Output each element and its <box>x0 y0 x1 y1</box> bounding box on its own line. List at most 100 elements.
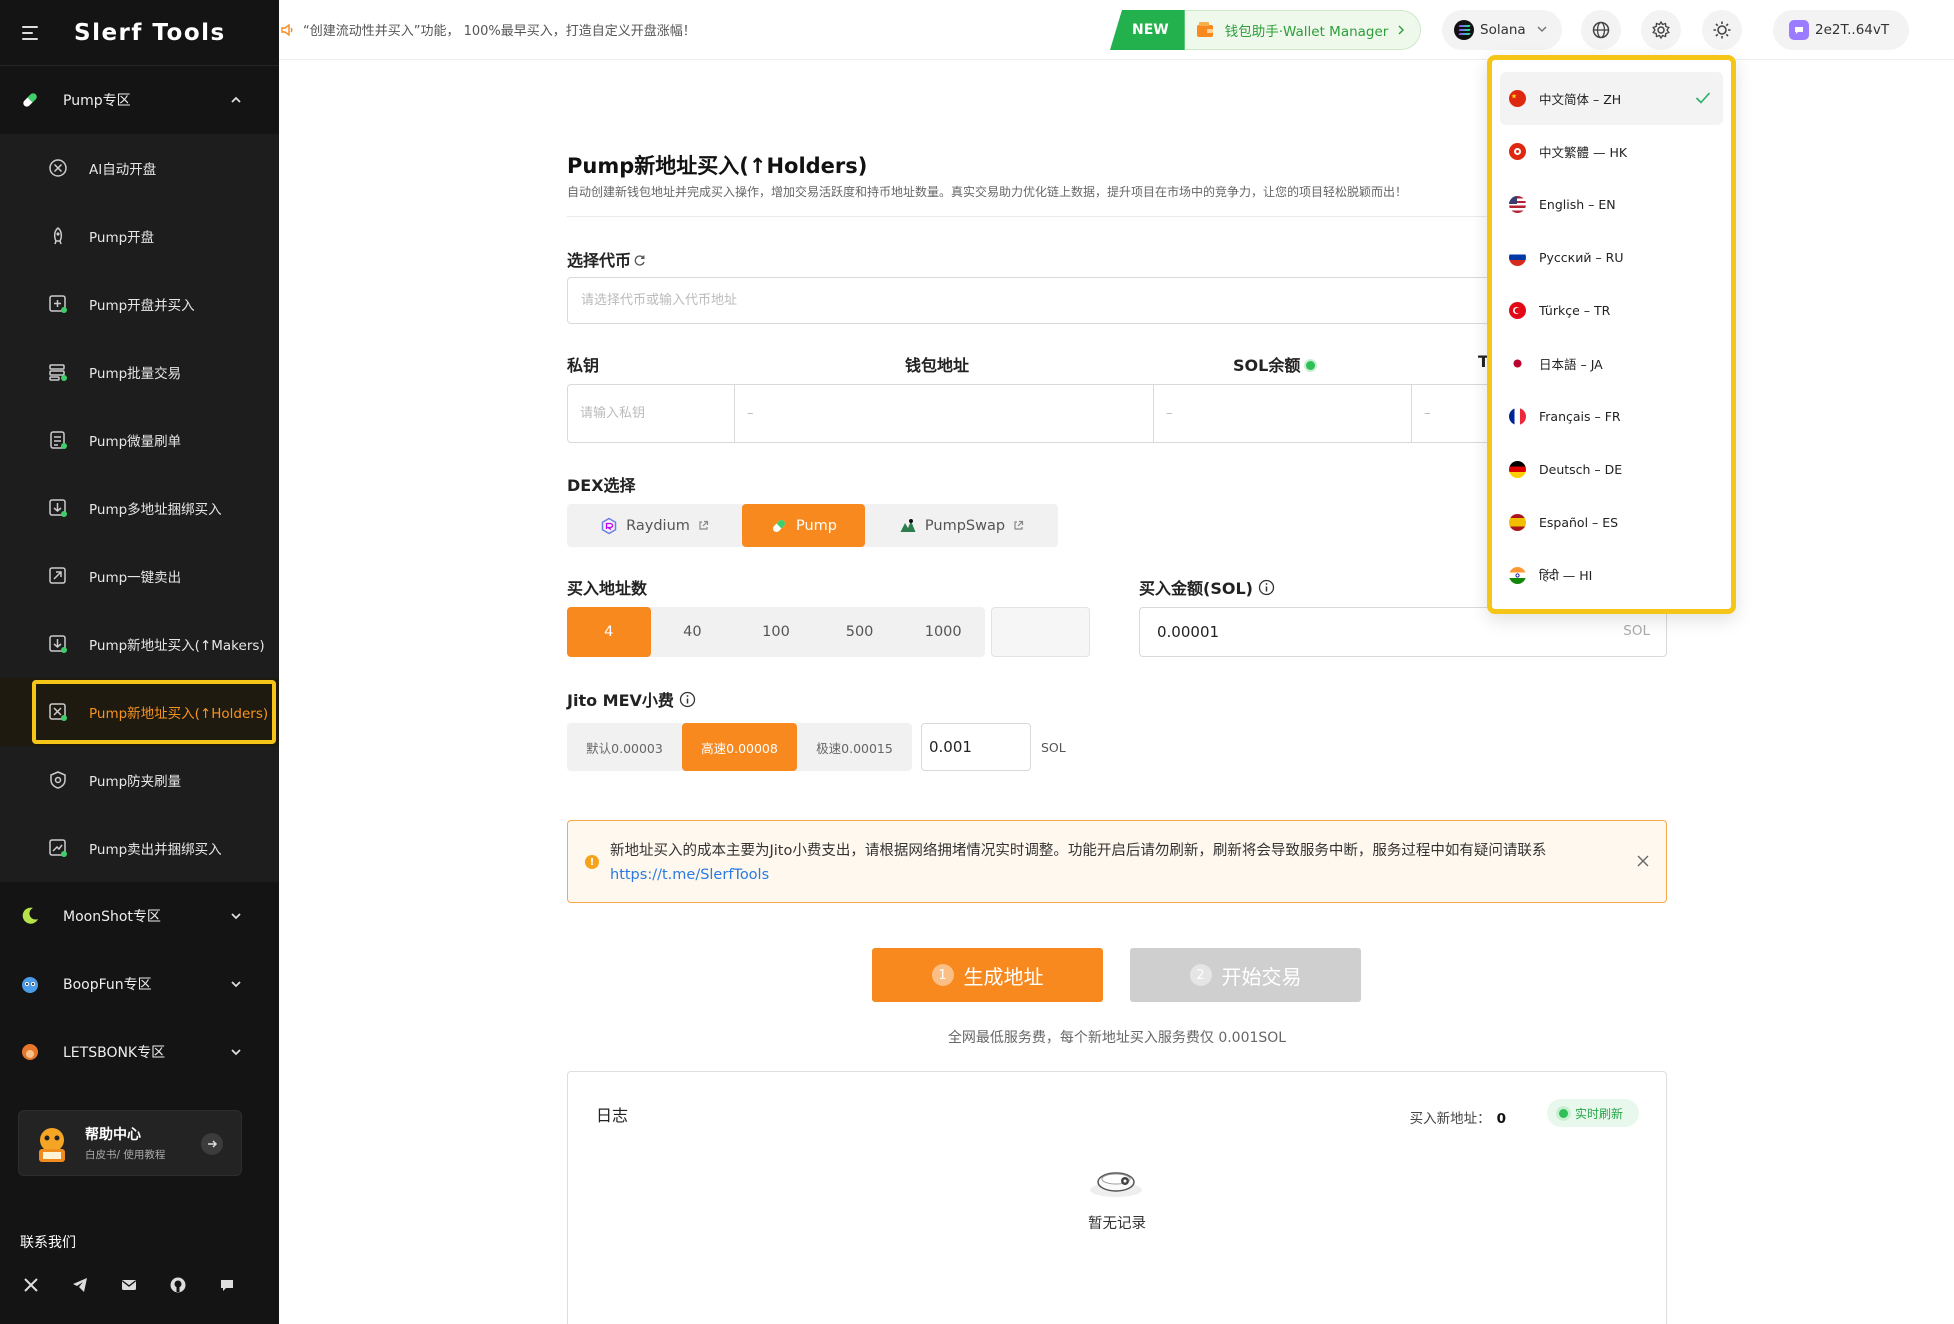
email-icon[interactable] <box>120 1276 138 1294</box>
count-option-100[interactable]: 100 <box>734 607 818 657</box>
language-option-ru[interactable]: Русский – RU <box>1500 231 1723 284</box>
count-option-4[interactable]: 4 <box>567 607 651 657</box>
jito-tip-input[interactable]: 0.001 <box>921 723 1031 771</box>
sidebar-item-sell-bundle[interactable]: Pump卖出并捆绑买入 <box>0 814 279 882</box>
refresh-icon[interactable] <box>633 254 646 267</box>
dex-option-pump[interactable]: Pump <box>742 504 865 547</box>
info-icon[interactable] <box>1258 579 1275 596</box>
raydium-icon <box>600 517 618 535</box>
github-icon[interactable] <box>169 1276 187 1294</box>
sidebar-item-label: Pump批量交易 <box>89 366 182 382</box>
info-icon[interactable] <box>679 691 696 708</box>
telegram-icon[interactable] <box>71 1276 89 1294</box>
wallet-address-cell: – <box>735 385 1154 442</box>
help-subtitle: 白皮书/ 使用教程 <box>85 1149 166 1161</box>
sidebar-section-moonshot[interactable]: MoonShot专区 <box>0 882 279 950</box>
language-option-ja[interactable]: 日本語 – JA <box>1500 337 1723 390</box>
sidebar-section-letsbonk[interactable]: LETSBONK专区 <box>0 1018 279 1086</box>
live-refresh-toggle[interactable]: 实时刷新 <box>1546 1099 1639 1127</box>
language-button[interactable] <box>1581 10 1621 50</box>
x-twitter-icon[interactable] <box>22 1276 40 1294</box>
sidebar-item-makers[interactable]: Pump新地址买入(↑Makers) <box>0 610 279 678</box>
sidebar-section-label: Pump专区 <box>63 93 131 109</box>
wallet-address: 2e2T..64vT <box>1815 22 1890 38</box>
flag-es-icon <box>1509 514 1526 531</box>
flag-cn-icon <box>1509 90 1526 107</box>
app-logo[interactable]: Slerf Tools <box>74 20 226 46</box>
language-option-hk[interactable]: 中文繁體 — HK <box>1500 125 1723 178</box>
contact-title: 联系我们 <box>20 1235 76 1251</box>
live-refresh-label: 实时刷新 <box>1574 1106 1623 1121</box>
language-option-tr[interactable]: Türkçe – TR <box>1500 284 1723 337</box>
language-option-es[interactable]: Español – ES <box>1500 496 1723 549</box>
wallet-manager-button[interactable]: 钱包助手·Wallet Manager <box>1184 10 1422 50</box>
chevron-down-icon <box>229 977 243 991</box>
custom-count-input[interactable] <box>991 607 1090 657</box>
telegram-link[interactable]: https://t.me/SlerfTools <box>610 863 1620 887</box>
sidebar-item-bundle-buy[interactable]: Pump多地址捆绑买入 <box>0 474 279 542</box>
jito-option-fast[interactable]: 高速0.00008 <box>682 723 797 771</box>
flag-hk-icon <box>1509 143 1526 160</box>
sidebar-item-label: Pump防夹刷量 <box>89 774 182 790</box>
dex-option-label: Raydium <box>626 517 690 534</box>
sidebar-section-pump[interactable]: Pump专区 <box>0 66 279 134</box>
dex-option-pumpswap[interactable]: PumpSwap <box>865 504 1058 547</box>
sidebar-item-pump-launch[interactable]: Pump开盘 <box>0 202 279 270</box>
sidebar-item-holders[interactable]: Pump新地址买入(↑Holders) <box>0 678 279 746</box>
buy-amount-label: 买入金额(SOL) <box>1139 575 1275 599</box>
start-trade-button[interactable]: 2 开始交易 <box>1130 948 1361 1002</box>
language-option-hi[interactable]: हिंदी — HI <box>1500 549 1723 602</box>
pill-icon <box>20 90 40 110</box>
buy-amount-unit: SOL <box>1623 623 1650 639</box>
sidebar-item-ai-launch[interactable]: AI自动开盘 <box>0 134 279 202</box>
checkmark-icon <box>1695 91 1711 105</box>
sidebar-item-launch-buy[interactable]: Pump开盘并买入 <box>0 270 279 338</box>
generate-address-label: 生成地址 <box>963 964 1044 989</box>
empty-state-text: 暂无记录 <box>1088 1216 1146 1232</box>
language-option-label: Русский – RU <box>1539 250 1624 265</box>
chevron-right-icon <box>1396 25 1406 35</box>
count-option-500[interactable]: 500 <box>818 607 902 657</box>
globe-icon <box>1591 20 1611 40</box>
jito-option-default[interactable]: 默认0.00003 <box>567 723 682 771</box>
buy-amount-input[interactable]: 0.00001 SOL <box>1139 607 1667 657</box>
sidebar-item-anti-sandwich[interactable]: Pump防夹刷量 <box>0 746 279 814</box>
sidebar-section-boopfun[interactable]: BoopFun专区 <box>0 950 279 1018</box>
language-option-de[interactable]: Deutsch – DE <box>1500 443 1723 496</box>
bonk-icon <box>20 1042 40 1062</box>
jito-label-text: Jito MEV小费 <box>567 691 674 710</box>
language-option-label: 日本語 – JA <box>1539 357 1603 372</box>
close-icon[interactable] <box>1636 854 1650 868</box>
sidebar-item-batch-trade[interactable]: Pump批量交易 <box>0 338 279 406</box>
start-trade-label: 开始交易 <box>1221 964 1302 989</box>
chain-selector[interactable]: Solana <box>1442 10 1562 50</box>
language-option-label: Deutsch – DE <box>1539 462 1623 477</box>
language-option-fr[interactable]: Français – FR <box>1500 390 1723 443</box>
jito-label: Jito MEV小费 <box>567 687 696 711</box>
wallet-address-button[interactable]: 2e2T..64vT <box>1773 10 1909 50</box>
wallet-manager-link[interactable]: NEW 钱包助手·Wallet Manager <box>1110 10 1422 50</box>
theme-toggle-button[interactable] <box>1702 10 1742 50</box>
settings-button[interactable] <box>1641 10 1681 50</box>
dex-option-raydium[interactable]: Raydium <box>567 504 742 547</box>
hamburger-menu-icon[interactable] <box>22 22 44 44</box>
help-center-card[interactable]: 帮助中心 白皮书/ 使用教程 <box>18 1110 242 1176</box>
jito-option-turbo[interactable]: 极速0.00015 <box>797 723 912 771</box>
sidebar-section-label: MoonShot专区 <box>63 909 161 925</box>
language-option-en[interactable]: English – EN <box>1500 178 1723 231</box>
new-address-count-value: 0 <box>1496 1111 1506 1127</box>
sidebar-item-one-click-sell[interactable]: Pump一键卖出 <box>0 542 279 610</box>
private-key-input[interactable] <box>580 406 734 421</box>
generate-address-button[interactable]: 1 生成地址 <box>872 948 1103 1002</box>
announcement-marquee[interactable]: “创建流动性并买入”功能， 100%最早买入，打造自定义开盘涨幅！ <box>279 20 696 39</box>
step-number: 2 <box>1189 964 1212 986</box>
chat-icon[interactable] <box>218 1276 236 1294</box>
live-dot-icon <box>1558 1108 1568 1118</box>
count-option-1000[interactable]: 1000 <box>901 607 985 657</box>
notice-text: 新地址买入的成本主要为Jito小费支出，请根据网络拥堵情况实时调整。功能开启后请… <box>610 839 1620 887</box>
notice-banner: ! 新地址买入的成本主要为Jito小费支出，请根据网络拥堵情况实时调整。功能开启… <box>567 820 1667 903</box>
language-option-zh[interactable]: 中文简体 – ZH <box>1500 72 1723 125</box>
count-option-40[interactable]: 40 <box>651 607 735 657</box>
language-option-label: Español – ES <box>1539 515 1619 530</box>
sidebar-item-micro-trade[interactable]: Pump微量刷单 <box>0 406 279 474</box>
